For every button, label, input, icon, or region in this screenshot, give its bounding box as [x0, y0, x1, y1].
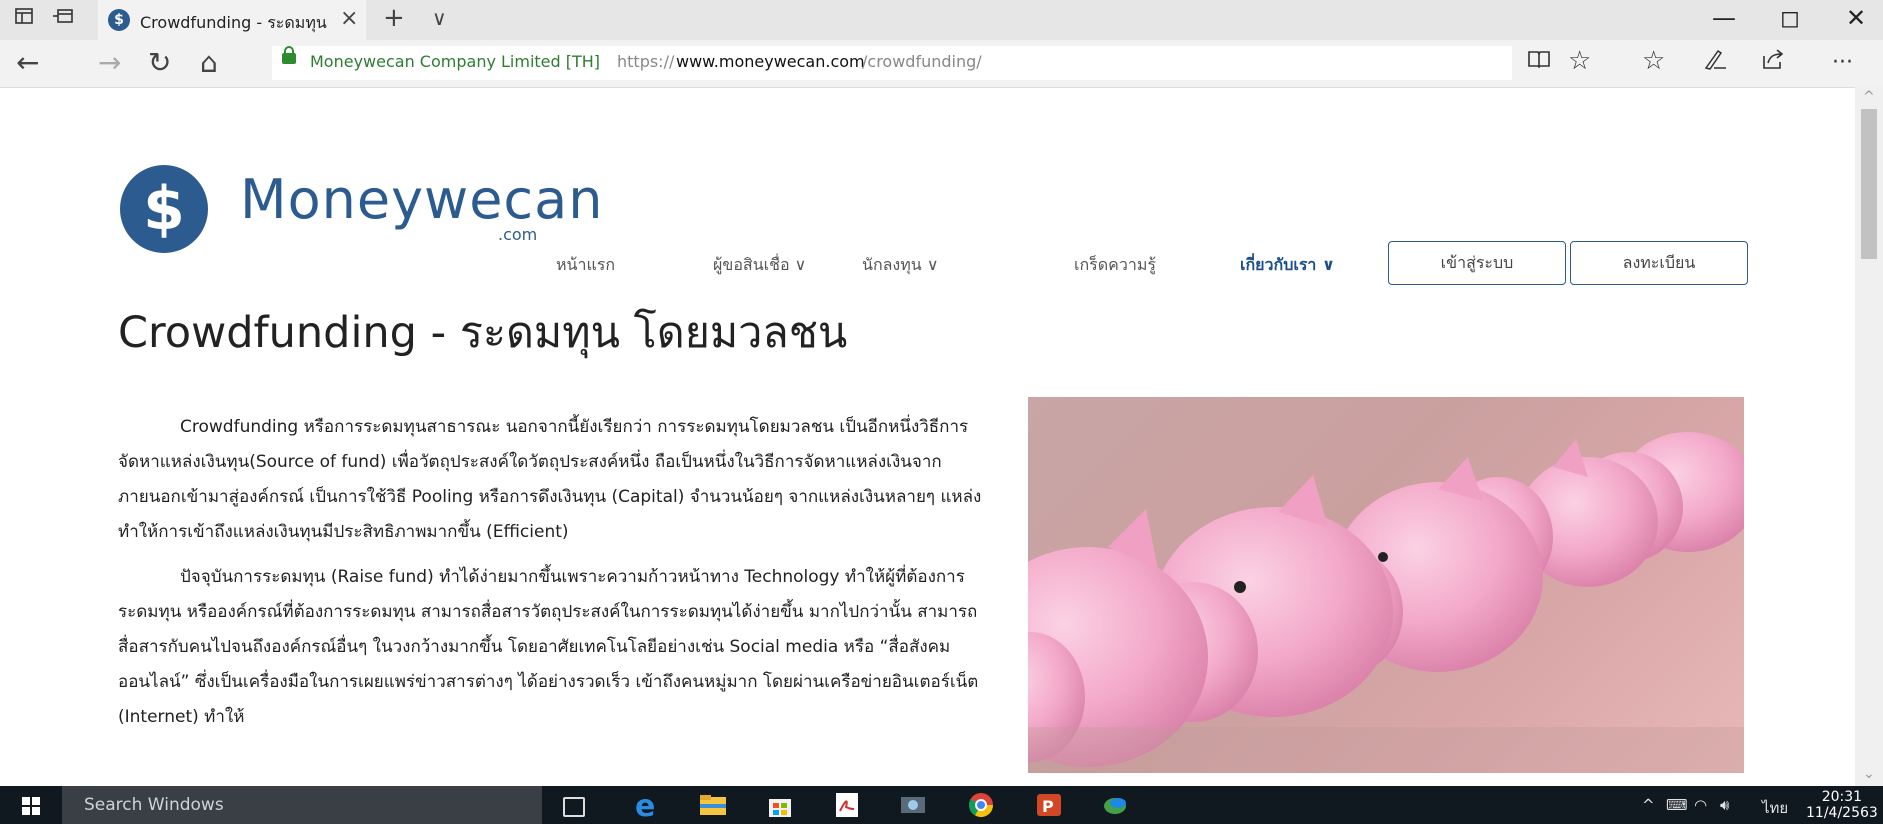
- scrollbar-thumb[interactable]: [1861, 109, 1877, 259]
- task-view-icon[interactable]: [563, 797, 585, 817]
- nav-borrowers[interactable]: ผู้ขอสินเชื่อ ∨: [713, 253, 806, 278]
- store-icon[interactable]: [765, 791, 795, 819]
- favorite-star-icon[interactable]: ☆: [1568, 46, 1591, 76]
- network-app-icon[interactable]: [1100, 791, 1130, 819]
- register-button[interactable]: ลงทะเบียน: [1570, 241, 1748, 285]
- edge-browser-icon[interactable]: e: [632, 789, 662, 824]
- refresh-icon[interactable]: ↻: [148, 46, 171, 79]
- tab-preview-icon[interactable]: [14, 6, 34, 32]
- moneywecan-favicon-icon: $: [108, 9, 130, 31]
- page-title: Crowdfunding - ระดมทุน โดยมวลชน: [118, 308, 848, 358]
- tab-title: Crowdfunding - ระดมทุน: [140, 13, 327, 32]
- tab-close-icon[interactable]: ×: [340, 6, 358, 31]
- windows-taskbar: Search Windows e P ^ ⌨ ◠ 🔊︎ ไทย 20:31 11…: [0, 786, 1883, 824]
- taskbar-clock[interactable]: 20:31 11/4/2563: [1806, 789, 1878, 821]
- scroll-down-icon[interactable]: ⌄: [1863, 766, 1875, 782]
- back-arrow-icon[interactable]: ←: [16, 46, 39, 79]
- more-menu-icon[interactable]: ···: [1832, 50, 1853, 75]
- home-icon[interactable]: ⌂: [200, 46, 218, 79]
- piggy-banks-illustration: [1028, 432, 1744, 773]
- site-identity[interactable]: Moneywecan Company Limited [TH]: [310, 52, 600, 71]
- site-logo-text[interactable]: Moneywecan: [240, 168, 603, 231]
- svg-text:P: P: [1042, 797, 1054, 816]
- close-window-button[interactable]: ✕: [1846, 4, 1866, 32]
- site-logo-suffix: .com: [498, 225, 538, 244]
- keyboard-input-icon[interactable]: ⌨: [1666, 796, 1688, 814]
- login-button[interactable]: เข้าสู่ระบบ: [1388, 241, 1566, 285]
- piggy-banks-image: [1028, 397, 1744, 773]
- taskbar-search-box[interactable]: Search Windows: [62, 786, 542, 824]
- nav-about-us[interactable]: เกี่ยวกับเรา ∨: [1240, 253, 1335, 278]
- article-body: Crowdfunding หรือการระดมทุนสาธารณะ นอกจา…: [118, 410, 990, 745]
- maximize-button[interactable]: ◻: [1780, 4, 1800, 32]
- lock-icon[interactable]: [282, 46, 296, 64]
- set-aside-tabs-icon[interactable]: [52, 6, 74, 32]
- nav-home[interactable]: หน้าแรก: [556, 253, 615, 278]
- url-protocol: https://: [617, 52, 675, 71]
- share-icon[interactable]: [1760, 46, 1786, 79]
- volume-icon[interactable]: 🔊︎: [1720, 796, 1729, 814]
- url-host: www.moneywecan.com: [676, 52, 865, 71]
- clock-date: 11/4/2563: [1806, 805, 1878, 821]
- nav-investors[interactable]: นักลงทุน ∨: [862, 253, 939, 278]
- nav-knowledge[interactable]: เกร็ดความรู้: [1074, 253, 1156, 278]
- article-paragraph: ปัจจุบันการระดมทุน (Raise fund) ทำได้ง่า…: [118, 567, 979, 727]
- acrobat-icon[interactable]: [832, 791, 862, 819]
- windows-start-icon[interactable]: [22, 797, 40, 815]
- notes-pen-icon[interactable]: [1702, 46, 1728, 79]
- site-logo-icon[interactable]: $: [120, 165, 208, 253]
- new-tab-button[interactable]: +: [383, 3, 405, 33]
- clock-time: 20:31: [1821, 789, 1863, 805]
- search-placeholder: Search Windows: [84, 795, 224, 815]
- tray-overflow-icon[interactable]: ^: [1642, 796, 1655, 814]
- scroll-up-icon[interactable]: ^: [1863, 89, 1875, 105]
- forward-arrow-icon[interactable]: →: [98, 46, 121, 79]
- page-scrollbar[interactable]: ^ ⌄: [1855, 87, 1883, 786]
- tab-menu-chevron-icon[interactable]: ∨: [432, 6, 447, 30]
- address-bar[interactable]: Moneywecan Company Limited [TH] https://…: [272, 46, 1512, 80]
- wifi-icon[interactable]: ◠: [1694, 796, 1707, 814]
- dollar-s-icon: $: [143, 174, 185, 244]
- article-paragraph: Crowdfunding หรือการระดมทุนสาธารณะ นอกจา…: [118, 417, 982, 542]
- powerpoint-icon[interactable]: P: [1034, 791, 1064, 819]
- browser-tab[interactable]: $ Crowdfunding - ระดมทุน ×: [98, 0, 366, 40]
- language-indicator[interactable]: ไทย: [1762, 796, 1788, 820]
- url-path: /crowdfunding/: [862, 52, 982, 71]
- svg-text:e: e: [635, 791, 655, 819]
- file-explorer-icon[interactable]: [698, 791, 728, 819]
- chrome-icon[interactable]: [966, 791, 996, 819]
- browser-titlebar: $ Crowdfunding - ระดมทุน × + ∨ — ◻ ✕: [0, 0, 1883, 40]
- favorites-list-icon[interactable]: ☆: [1642, 46, 1665, 76]
- browser-navbar: ← → ↻ ⌂ Moneywecan Company Limited [TH] …: [0, 40, 1883, 88]
- minimize-button[interactable]: —: [1712, 4, 1736, 32]
- photos-app-icon[interactable]: [898, 791, 928, 819]
- reading-view-icon[interactable]: [1526, 46, 1552, 79]
